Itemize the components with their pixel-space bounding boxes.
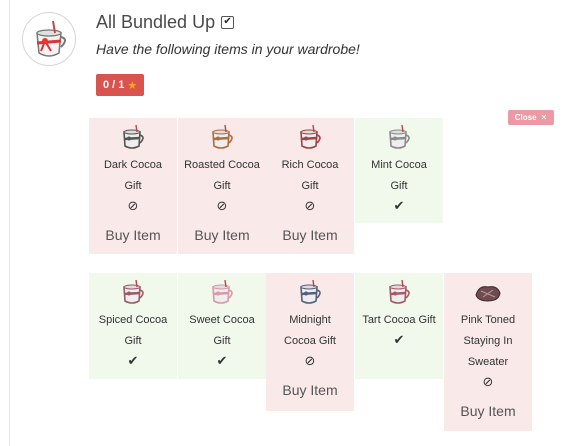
not-owned-icon: ⊘ [482,374,494,389]
item-name: Spiced Cocoa Gift [89,310,177,352]
item-image[interactable] [355,277,443,307]
left-border [9,0,10,446]
item-image[interactable] [178,122,266,152]
item-name-line: Cocoa Gift [284,335,336,347]
completed-checkbox-icon: ✔ [221,16,235,29]
owned-check-icon: ✔ [127,353,139,368]
item-name: Midnight Cocoa Gift [266,310,354,352]
item-name: Pink Toned Staying In Sweater [444,310,532,373]
buy-item-link[interactable]: Buy Item [266,381,354,399]
buy-item-link[interactable]: Buy Item [178,226,266,244]
wardrobe-item: Pink Toned Staying In Sweater ⊘ Buy Item [444,273,532,431]
close-icon: ✕ [540,113,548,122]
owned-check-icon: ✔ [393,198,405,213]
close-button-label: Close [514,113,537,122]
not-owned-icon: ⊘ [304,353,316,368]
item-name-line: Gift [124,180,142,192]
item-name-line: Gift [213,335,231,347]
wardrobe-item: Rich Cocoa Gift ⊘ Buy Item [266,118,354,254]
item-name: Mint Cocoa Gift [355,155,443,197]
item-name-line: Roasted Cocoa [184,159,260,171]
item-image[interactable] [178,277,266,307]
item-image[interactable] [444,277,532,307]
item-name-line: Midnight [289,314,331,326]
item-name-line: Spiced Cocoa [98,314,168,326]
progress-text: 0 / 1 [103,79,125,91]
item-name-line: Dark Cocoa [103,159,163,171]
close-button[interactable]: Close ✕ [508,110,554,125]
item-name-line: Gift [390,180,408,192]
item-name-line: Gift [301,180,319,192]
wardrobe-item: Spiced Cocoa Gift ✔ [89,273,177,379]
not-owned-icon: ⊘ [127,198,139,213]
item-name-line: Mint Cocoa [371,159,427,171]
item-name: Sweet Cocoa Gift [178,310,266,352]
item-image[interactable] [266,277,354,307]
achievement-description: Have the following items in your wardrob… [96,41,360,57]
wardrobe-item: Mint Cocoa Gift ✔ [355,118,443,223]
item-name: Rich Cocoa Gift [266,155,354,197]
not-owned-icon: ⊘ [304,198,316,213]
item-image[interactable] [355,122,443,152]
achievement-title-text: All Bundled Up [96,12,216,32]
item-name-line: Rich Cocoa [281,159,339,171]
buy-item-link[interactable]: Buy Item [266,226,354,244]
item-name: Dark Cocoa Gift [89,155,177,197]
achievement-icon [22,12,76,66]
buy-item-link[interactable]: Buy Item [89,226,177,244]
wardrobe-item: Midnight Cocoa Gift ⊘ Buy Item [266,273,354,411]
item-name-line: Sweet Cocoa [189,314,255,326]
item-name: Tart Cocoa Gift [355,310,443,331]
item-name-line: Staying In [463,335,513,347]
item-name: Roasted Cocoa Gift [178,155,266,197]
achievement-title: All Bundled Up ✔ [96,12,235,33]
owned-check-icon: ✔ [216,353,228,368]
item-image[interactable] [89,122,177,152]
owned-check-icon: ✔ [393,332,405,347]
item-name-line: Gift [213,180,231,192]
not-owned-icon: ⊘ [216,198,228,213]
item-image[interactable] [89,277,177,307]
item-image[interactable] [266,122,354,152]
item-name-line: Sweater [467,356,509,368]
wardrobe-item: Dark Cocoa Gift ⊘ Buy Item [89,118,177,254]
wardrobe-item: Sweet Cocoa Gift ✔ [178,273,266,379]
star-icon: ★ [127,79,138,92]
item-name-line: Pink Toned [460,314,516,326]
wardrobe-item: Roasted Cocoa Gift ⊘ Buy Item [178,118,266,254]
item-name-line: Gift [124,335,142,347]
buy-item-link[interactable]: Buy Item [444,402,532,420]
wardrobe-item: Tart Cocoa Gift ✔ [355,273,443,379]
item-name-line: Tart Cocoa Gift [362,314,436,326]
progress-badge: 0 / 1 ★ [96,74,145,96]
